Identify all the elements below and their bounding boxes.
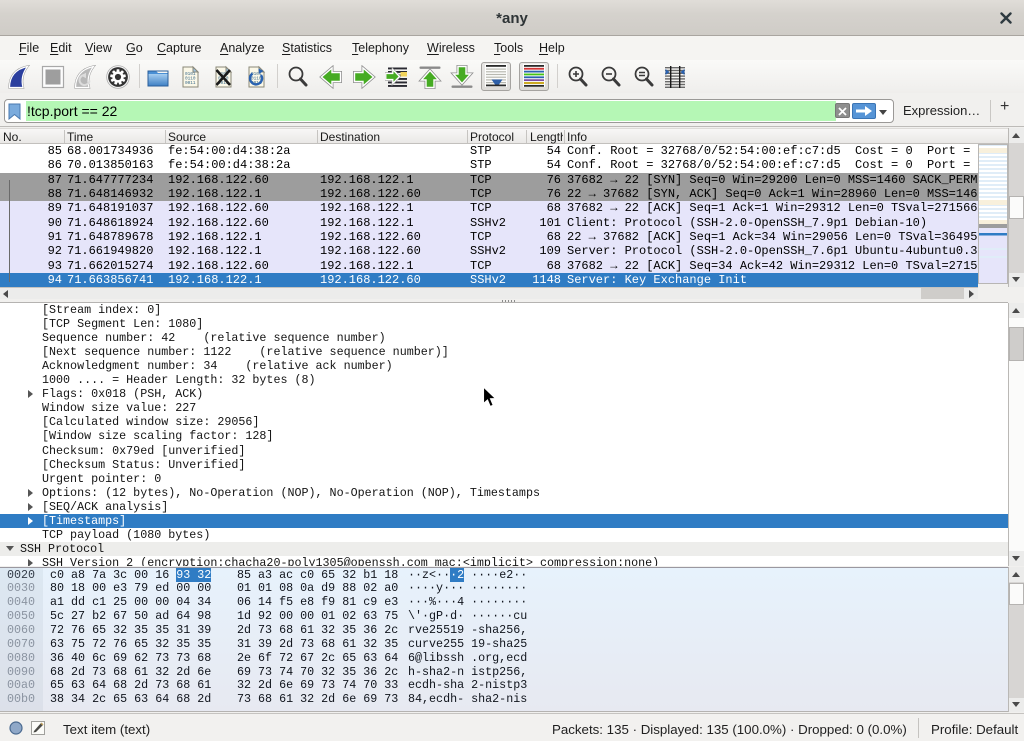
svg-text:0011: 0011 (185, 81, 196, 86)
